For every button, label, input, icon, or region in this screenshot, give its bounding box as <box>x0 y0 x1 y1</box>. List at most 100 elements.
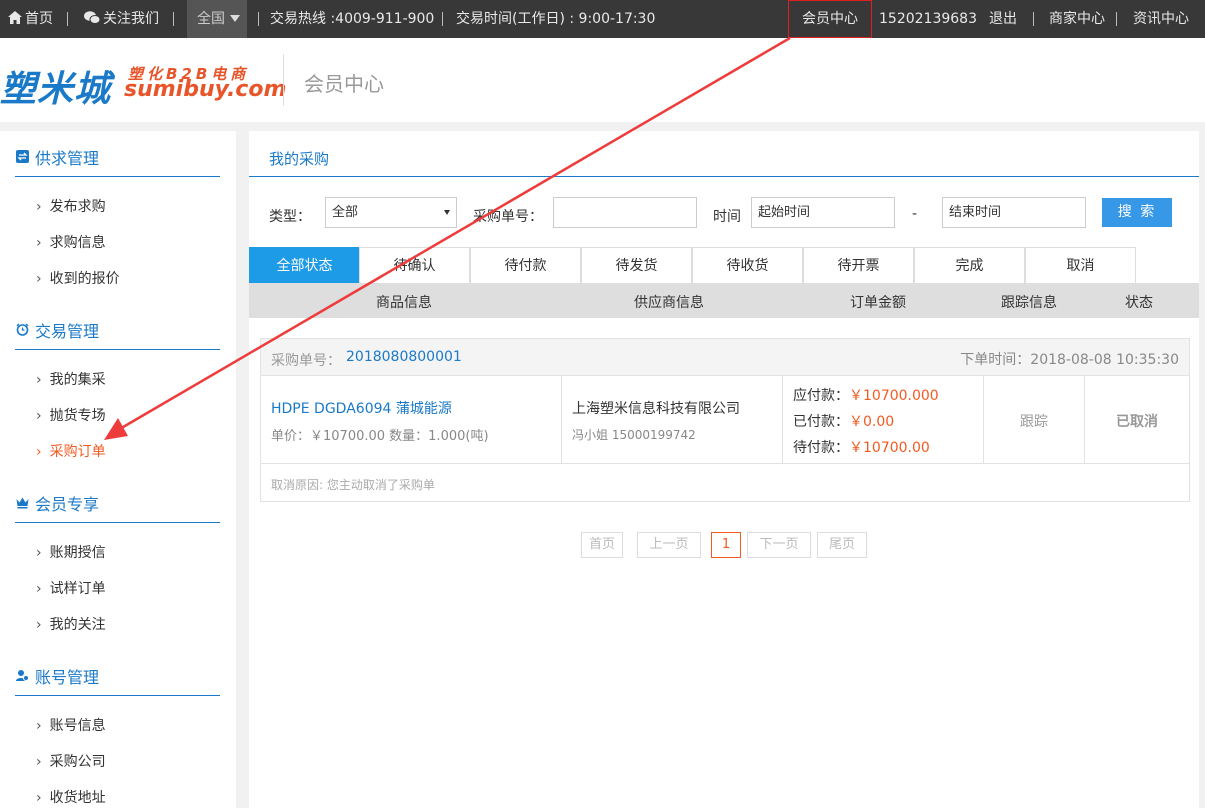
product-price-qty: 单价：￥10700.00 数量：1.000(吨) <box>271 429 489 444</box>
table-row: HDPE DGDA6094 蒲城能源 单价：￥10700.00 数量：1.000… <box>261 376 1189 464</box>
tab-pending-shipment[interactable]: 待发货 <box>581 247 692 283</box>
product-name-link[interactable]: HDPE DGDA6094 蒲城能源 <box>271 398 452 418</box>
sidebar-item-label: 发布求购 <box>49 199 106 215</box>
follow-us-label: 关注我们 <box>103 11 159 27</box>
end-time-input[interactable]: 结束时间 <box>942 197 1086 228</box>
sidebar-item-account-info[interactable]: › 账号信息 <box>36 715 106 735</box>
site-header: 塑米城 塑化B2B电商 sumibuy.com 会员中心 <box>0 38 1205 122</box>
tab-pending-payment[interactable]: 待付款 <box>470 247 581 283</box>
chevron-right-icon: › <box>36 271 42 287</box>
tab-all[interactable]: 全部状态 <box>249 247 360 283</box>
wechat-icon <box>84 11 101 24</box>
paid-label: 已付款： <box>793 414 849 430</box>
caret-down-icon <box>230 15 240 22</box>
chevron-right-icon: › <box>36 581 42 597</box>
tab-pending-invoice[interactable]: 待开票 <box>803 247 914 283</box>
chevron-right-icon: › <box>36 235 42 251</box>
region-dropdown[interactable]: 全国 <box>187 0 247 38</box>
status-badge: 已取消 <box>1116 414 1158 430</box>
table-header: 商品信息 供应商信息 订单金额 跟踪信息 状态 <box>249 283 1199 318</box>
tab-pending-confirm[interactable]: 待确认 <box>359 247 470 283</box>
chevron-right-icon: › <box>36 372 42 388</box>
order-no-input[interactable] <box>553 197 697 228</box>
sidebar-item-label: 求购信息 <box>49 235 106 251</box>
divider <box>442 12 443 26</box>
sidebar-item-shipping-address[interactable]: › 收货地址 <box>36 787 106 807</box>
column-header: 供应商信息 <box>634 295 704 311</box>
header-divider <box>283 54 284 106</box>
due-amount: ￥10700.00 <box>849 440 930 456</box>
sidebar-group-account: 账号管理 <box>15 664 220 696</box>
chevron-right-icon: › <box>36 754 42 770</box>
type-select-value: 全部 <box>332 205 359 220</box>
tab-cancelled[interactable]: 取消 <box>1025 247 1136 283</box>
last-page-button[interactable]: 尾页 <box>817 532 867 558</box>
sidebar-item-purchase-orders[interactable]: › 采购订单 <box>36 441 106 461</box>
page-title: 会员中心 <box>304 72 384 96</box>
sidebar-group-title: 会员专享 <box>35 495 100 514</box>
sidebar-group-title: 供求管理 <box>35 149 100 168</box>
order-header: 采购单号： 2018080800001 下单时间：2018-08-08 10:3… <box>261 339 1189 376</box>
hotline-text: 交易热线 :4009-911-900 <box>270 11 435 27</box>
range-separator: - <box>912 206 918 222</box>
sidebar-group-trade: 交易管理 <box>15 318 220 350</box>
caret-down-icon <box>444 210 450 215</box>
follow-us-link[interactable]: 关注我们 <box>84 0 159 38</box>
home-link[interactable]: 首页 <box>8 0 53 38</box>
page-number-button[interactable]: 1 <box>711 532 741 558</box>
merchant-center-link[interactable]: 商家中心 <box>1049 0 1105 38</box>
sidebar-item-sample-orders[interactable]: › 试样订单 <box>36 578 106 598</box>
sidebar-item-clearance[interactable]: › 抛货专场 <box>36 405 106 425</box>
tab-pending-receipt[interactable]: 待收货 <box>692 247 803 283</box>
sidebar-item-label: 收货地址 <box>49 790 106 806</box>
logout-link[interactable]: 退出 <box>989 0 1017 38</box>
users-icon <box>16 670 29 681</box>
chevron-right-icon: › <box>36 617 42 633</box>
sidebar-item-label: 账期授信 <box>49 545 106 561</box>
sidebar-group-member: 会员专享 <box>15 491 220 523</box>
start-time-input[interactable]: 起始时间 <box>751 197 895 228</box>
status-cell: 已取消 <box>1085 376 1189 464</box>
time-label: 时间 <box>713 209 741 225</box>
amount-cell: 应付款：￥10700.000 已付款：￥0.00 待付款：￥10700.00 <box>783 376 984 464</box>
site-logo[interactable]: 塑米城 塑化B2B电商 sumibuy.com <box>0 60 286 110</box>
sidebar-item-label: 采购订单 <box>49 444 106 460</box>
column-header: 跟踪信息 <box>1001 295 1057 311</box>
sidebar-item-publish-request[interactable]: › 发布求购 <box>36 196 106 216</box>
due-label: 待付款： <box>793 440 849 456</box>
crown-icon <box>16 497 29 509</box>
tab-completed[interactable]: 完成 <box>914 247 1025 283</box>
sidebar: 供求管理 › 发布求购 › 求购信息 › 收到的报价 交易管理 › 我的集采 › 抛货专场… <box>0 131 236 808</box>
type-select[interactable]: 全部 <box>325 197 457 228</box>
user-phone-link[interactable]: 15202139683 <box>879 0 977 38</box>
track-link[interactable]: 跟踪 <box>984 411 1084 431</box>
main-panel: 我的采购 类型： 全部 采购单号： 时间 起始时间 - 结束时间 搜 索 全部状… <box>249 131 1199 808</box>
prev-page-button[interactable]: 上一页 <box>637 532 701 558</box>
section-title: 我的采购 <box>269 150 330 168</box>
sidebar-item-received-quotes[interactable]: › 收到的报价 <box>36 268 120 288</box>
home-icon <box>8 11 22 24</box>
divider <box>173 12 174 26</box>
order-card: 采购单号： 2018080800001 下单时间：2018-08-08 10:3… <box>260 338 1190 502</box>
sidebar-item-label: 试样订单 <box>49 581 106 597</box>
sidebar-item-credit[interactable]: › 账期授信 <box>36 542 106 562</box>
supplier-cell: 上海塑米信息科技有限公司 冯小姐 15000199742 <box>562 376 783 464</box>
sidebar-item-following[interactable]: › 我的关注 <box>36 614 106 634</box>
chevron-right-icon: › <box>36 199 42 215</box>
first-page-button[interactable]: 首页 <box>581 532 623 558</box>
sidebar-item-label: 账号信息 <box>49 718 106 734</box>
sidebar-item-request-info[interactable]: › 求购信息 <box>36 232 106 252</box>
search-button[interactable]: 搜 索 <box>1102 198 1172 227</box>
news-center-link[interactable]: 资讯中心 <box>1133 0 1189 38</box>
next-page-button[interactable]: 下一页 <box>747 532 811 558</box>
type-label: 类型： <box>269 209 311 225</box>
member-center-link[interactable]: 会员中心 <box>788 0 872 38</box>
logo-domain: sumibuy.com <box>124 77 287 102</box>
order-number-link[interactable]: 2018080800001 <box>346 349 462 365</box>
column-header: 商品信息 <box>376 295 432 311</box>
sidebar-item-purchase-company[interactable]: › 采购公司 <box>36 751 106 771</box>
exchange-icon <box>16 150 29 163</box>
sidebar-item-group-buy[interactable]: › 我的集采 <box>36 369 106 389</box>
divider <box>258 12 259 26</box>
alarm-icon <box>16 323 29 336</box>
